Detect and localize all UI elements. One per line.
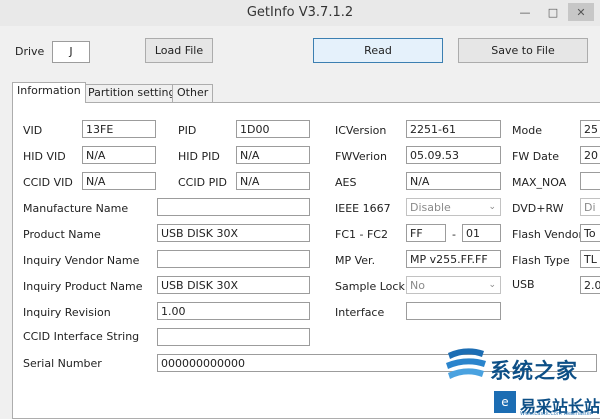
manufacture-name-label: Manufacture Name — [23, 202, 129, 215]
flash-type-field[interactable]: TL — [580, 250, 600, 268]
watermark-logo-icon — [446, 348, 486, 379]
watermark-title: 系统之家 — [490, 359, 578, 383]
chevron-down-icon: ⌄ — [488, 202, 496, 212]
save-to-file-button[interactable]: Save to File — [458, 38, 588, 63]
hid-vid-field[interactable]: N/A — [82, 146, 156, 164]
close-icon[interactable]: ✕ — [568, 3, 594, 21]
mp-ver-label: MP Ver. — [335, 254, 376, 267]
aes-label: AES — [335, 176, 357, 189]
inquiry-vendor-name-field[interactable] — [157, 250, 310, 268]
inquiry-revision-field[interactable]: 1.00 — [157, 302, 310, 320]
flash-type-label: Flash Type — [512, 254, 570, 267]
fw-date-label: FW Date — [512, 150, 559, 163]
pid-label: PID — [178, 124, 197, 137]
max-noa-label: MAX_NOA — [512, 176, 567, 189]
aes-field[interactable]: N/A — [406, 172, 501, 190]
dvd-rw-select[interactable]: Di — [580, 198, 600, 216]
serial-number-label: Serial Number — [23, 357, 102, 370]
ieee-1667-select[interactable]: Disable ⌄ — [406, 198, 501, 216]
hid-pid-field[interactable]: N/A — [236, 146, 310, 164]
drive-input[interactable]: J — [52, 41, 90, 63]
interface-field[interactable] — [406, 302, 501, 320]
mp-ver-field[interactable]: MP v255.FF.FF — [406, 250, 501, 268]
ieee-1667-label: IEEE 1667 — [335, 202, 391, 215]
mode-label: Mode — [512, 124, 542, 137]
watermark: 系统之家 e 易采站长站 Www.Easck.Com Webmaster — [442, 345, 600, 419]
tab-partition-setting[interactable]: Partition setting — [83, 84, 181, 102]
sample-lock-value: No — [410, 279, 425, 292]
hid-vid-label: HID VID — [23, 150, 66, 163]
vid-field[interactable]: 13FE — [82, 120, 156, 138]
interface-label: Interface — [335, 306, 385, 319]
icversion-field[interactable]: 2251-61 — [406, 120, 501, 138]
flash-vendor-field[interactable]: To — [580, 224, 600, 242]
chevron-down-icon: ⌄ — [488, 280, 496, 290]
fc1-field[interactable]: FF — [406, 224, 446, 242]
inquiry-product-name-label: Inquiry Product Name — [23, 280, 143, 293]
title-bar: GetInfo V3.7.1.2 — □ ✕ — [0, 0, 600, 26]
hid-pid-label: HID PID — [178, 150, 220, 163]
product-name-label: Product Name — [23, 228, 101, 241]
ccid-pid-field[interactable]: N/A — [236, 172, 310, 190]
flash-vendor-label: Flash Vendor — [512, 228, 583, 241]
dvd-rw-value: Di — [584, 201, 596, 214]
drive-label: Drive — [15, 45, 45, 58]
dvd-rw-label: DVD+RW — [512, 202, 564, 215]
ccid-interface-string-field[interactable] — [157, 328, 310, 346]
fwversion-label: FWVerion — [335, 150, 387, 163]
fc2-field[interactable]: 01 — [462, 224, 501, 242]
manufacture-name-field[interactable] — [157, 198, 310, 216]
ccid-vid-field[interactable]: N/A — [82, 172, 156, 190]
fwversion-field[interactable]: 05.09.53 — [406, 146, 501, 164]
pid-field[interactable]: 1D00 — [236, 120, 310, 138]
product-name-field[interactable]: USB DISK 30X — [157, 224, 310, 242]
inquiry-product-name-field[interactable]: USB DISK 30X — [157, 276, 310, 294]
window-title: GetInfo V3.7.1.2 — [246, 5, 354, 20]
tab-information[interactable]: Information — [12, 82, 86, 103]
sample-lock-label: Sample Lock — [335, 280, 405, 293]
fc-separator: - — [452, 228, 456, 241]
ccid-pid-label: CCID PID — [178, 176, 227, 189]
ccid-vid-label: CCID VID — [23, 176, 73, 189]
fc1-fc2-label: FC1 - FC2 — [335, 228, 388, 241]
watermark-badge-icon: e — [494, 391, 516, 413]
mode-field[interactable]: 25 — [580, 120, 600, 138]
sample-lock-select[interactable]: No ⌄ — [406, 276, 501, 294]
fw-date-field[interactable]: 20 — [580, 146, 600, 164]
minimize-icon[interactable]: — — [512, 3, 538, 21]
load-file-button[interactable]: Load File — [145, 38, 213, 63]
inquiry-revision-label: Inquiry Revision — [23, 306, 111, 319]
icversion-label: ICVersion — [335, 124, 387, 137]
ccid-interface-string-label: CCID Interface String — [23, 330, 140, 343]
watermark-url: Www.Easck.Com Webmaster — [520, 411, 592, 417]
inquiry-vendor-name-label: Inquiry Vendor Name — [23, 254, 140, 267]
tab-other[interactable]: Other — [172, 84, 214, 102]
usb-label: USB — [512, 278, 535, 291]
read-button[interactable]: Read — [313, 38, 443, 63]
max-noa-field[interactable] — [580, 172, 600, 190]
usb-field[interactable]: 2.0 — [580, 276, 600, 294]
ieee-1667-value: Disable — [410, 201, 451, 214]
vid-label: VID — [23, 124, 43, 137]
maximize-icon[interactable]: □ — [540, 3, 566, 21]
